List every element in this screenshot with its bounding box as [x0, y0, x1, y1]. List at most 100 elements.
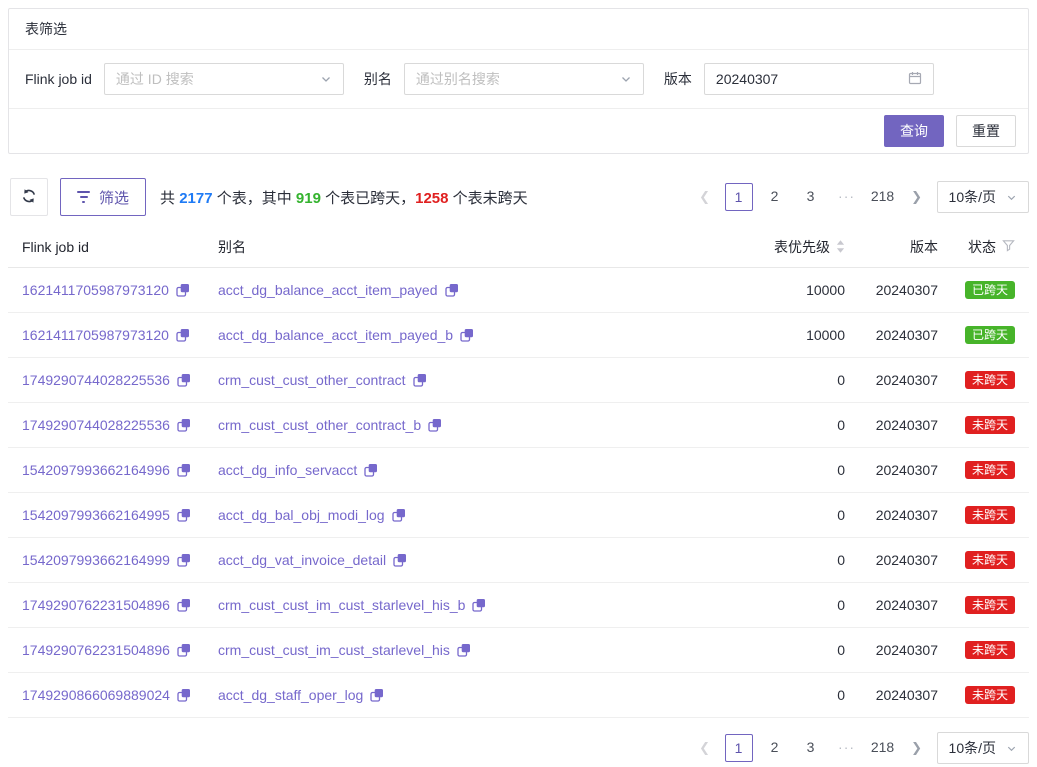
uncrossed-count: 1258 — [415, 190, 448, 207]
copy-icon[interactable] — [457, 643, 471, 657]
refresh-button[interactable] — [10, 178, 48, 216]
page-button-3[interactable]: 3 — [797, 183, 825, 211]
page-size-select[interactable]: 10条/页 — [937, 181, 1029, 213]
version-value: 20240307 — [865, 327, 945, 343]
copy-icon[interactable] — [428, 418, 442, 432]
table-row: 1749290762231504896 crm_cust_cust_im_cus… — [8, 628, 1029, 673]
copy-icon[interactable] — [460, 328, 474, 342]
version-value: 20240307 — [865, 642, 945, 658]
alias-link[interactable]: acct_dg_info_servacct — [218, 462, 357, 478]
page-size-select[interactable]: 10条/页 — [937, 732, 1029, 764]
next-page-icon[interactable]: ❯ — [905, 740, 929, 756]
flink-job-id-link[interactable]: 1542097993662164996 — [22, 462, 170, 478]
priority-value: 0 — [837, 507, 845, 523]
alias-link[interactable]: acct_dg_balance_acct_item_payed — [218, 282, 438, 298]
page-button-3[interactable]: 3 — [797, 734, 825, 762]
copy-icon[interactable] — [177, 553, 191, 567]
flink-job-id-link[interactable]: 1749290762231504896 — [22, 597, 170, 613]
page-button-last[interactable]: 218 — [869, 734, 897, 762]
alias-link[interactable]: acct_dg_staff_oper_log — [218, 687, 363, 703]
alias-link[interactable]: acct_dg_balance_acct_item_payed_b — [218, 327, 453, 343]
page-button-1[interactable]: 1 — [725, 734, 753, 762]
copy-icon[interactable] — [177, 373, 191, 387]
version-date-input[interactable]: 20240307 — [704, 63, 934, 95]
copy-icon[interactable] — [177, 463, 191, 477]
version-value: 20240307 — [865, 462, 945, 478]
top-pagination: ❮ 1 2 3 ··· 218 ❯ 10条/页 — [693, 181, 1029, 213]
priority-value: 0 — [837, 552, 845, 568]
copy-icon[interactable] — [176, 328, 190, 342]
status-badge: 未跨天 — [965, 506, 1015, 524]
flink-job-id-link[interactable]: 1621411705987973120 — [22, 327, 169, 343]
sort-icon[interactable] — [836, 240, 845, 253]
flink-job-id-link[interactable]: 1621411705987973120 — [22, 282, 169, 298]
filter-actions: 查询 重置 — [9, 109, 1028, 153]
page-ellipsis[interactable]: ··· — [833, 183, 861, 211]
page-button-2[interactable]: 2 — [761, 734, 789, 762]
status-badge: 未跨天 — [965, 641, 1015, 659]
copy-icon[interactable] — [177, 643, 191, 657]
next-page-icon[interactable]: ❯ — [905, 189, 929, 205]
refresh-icon — [21, 188, 37, 207]
version-value: 20240307 — [865, 372, 945, 388]
header-status: 状态 — [945, 237, 1015, 257]
filter-toggle-button[interactable]: 筛选 — [60, 178, 146, 216]
copy-icon[interactable] — [370, 688, 384, 702]
version-date-value: 20240307 — [716, 71, 778, 87]
filter-card-title: 表筛选 — [9, 9, 1028, 50]
copy-icon[interactable] — [177, 418, 191, 432]
table-header-row: Flink job id 别名 表优先级 版本 状态 — [8, 226, 1029, 268]
flink-job-id-link[interactable]: 1749290744028225536 — [22, 417, 170, 433]
summary-text: 共 2177 个表，其中 919 个表已跨天，1258 个表未跨天 — [160, 187, 528, 208]
table-row: 1749290866069889024 acct_dg_staff_oper_l… — [8, 673, 1029, 718]
flink-job-id-link[interactable]: 1542097993662164995 — [22, 507, 170, 523]
header-priority[interactable]: 表优先级 — [700, 237, 865, 257]
priority-value: 0 — [837, 372, 845, 388]
total-count: 2177 — [179, 190, 212, 207]
calendar-icon — [908, 71, 922, 88]
flink-job-id-link[interactable]: 1542097993662164999 — [22, 552, 170, 568]
flink-job-id-link[interactable]: 1749290762231504896 — [22, 642, 170, 658]
prev-page-icon[interactable]: ❮ — [693, 189, 717, 205]
copy-icon[interactable] — [177, 508, 191, 522]
copy-icon[interactable] — [177, 688, 191, 702]
job-id-label: Flink job id — [25, 71, 92, 87]
alias-link[interactable]: crm_cust_cust_im_cust_starlevel_his_b — [218, 597, 465, 613]
copy-icon[interactable] — [413, 373, 427, 387]
copy-icon[interactable] — [392, 508, 406, 522]
job-id-select[interactable]: 通过 ID 搜索 — [104, 63, 344, 95]
alias-link[interactable]: crm_cust_cust_im_cust_starlevel_his — [218, 642, 450, 658]
copy-icon[interactable] — [176, 283, 190, 297]
copy-icon[interactable] — [177, 598, 191, 612]
copy-icon[interactable] — [445, 283, 459, 297]
page-ellipsis[interactable]: ··· — [833, 734, 861, 762]
reset-button[interactable]: 重置 — [956, 115, 1016, 147]
job-id-placeholder: 通过 ID 搜索 — [116, 69, 194, 89]
tables-table: Flink job id 别名 表优先级 版本 状态 1621411705987… — [8, 226, 1029, 718]
toolbar: 筛选 共 2177 个表，其中 919 个表已跨天，1258 个表未跨天 ❮ 1… — [8, 178, 1029, 216]
alias-select[interactable]: 通过别名搜索 — [404, 63, 644, 95]
page-button-last[interactable]: 218 — [869, 183, 897, 211]
prev-page-icon[interactable]: ❮ — [693, 740, 717, 756]
flink-job-id-link[interactable]: 1749290744028225536 — [22, 372, 170, 388]
flink-job-id-link[interactable]: 1749290866069889024 — [22, 687, 170, 703]
alias-link[interactable]: acct_dg_vat_invoice_detail — [218, 552, 386, 568]
copy-icon[interactable] — [393, 553, 407, 567]
filter-toggle-label: 筛选 — [99, 187, 129, 208]
column-filter-icon[interactable] — [1002, 239, 1015, 255]
copy-icon[interactable] — [472, 598, 486, 612]
priority-value: 0 — [837, 597, 845, 613]
table-row: 1749290762231504896 crm_cust_cust_im_cus… — [8, 583, 1029, 628]
priority-value: 0 — [837, 462, 845, 478]
alias-link[interactable]: crm_cust_cust_other_contract — [218, 372, 406, 388]
status-badge: 未跨天 — [965, 596, 1015, 614]
chevron-down-icon — [620, 73, 632, 85]
version-value: 20240307 — [865, 507, 945, 523]
alias-link[interactable]: acct_dg_bal_obj_modi_log — [218, 507, 385, 523]
page-button-1[interactable]: 1 — [725, 183, 753, 211]
status-badge: 未跨天 — [965, 416, 1015, 434]
copy-icon[interactable] — [364, 463, 378, 477]
alias-link[interactable]: crm_cust_cust_other_contract_b — [218, 417, 421, 433]
page-button-2[interactable]: 2 — [761, 183, 789, 211]
search-button[interactable]: 查询 — [884, 115, 944, 147]
